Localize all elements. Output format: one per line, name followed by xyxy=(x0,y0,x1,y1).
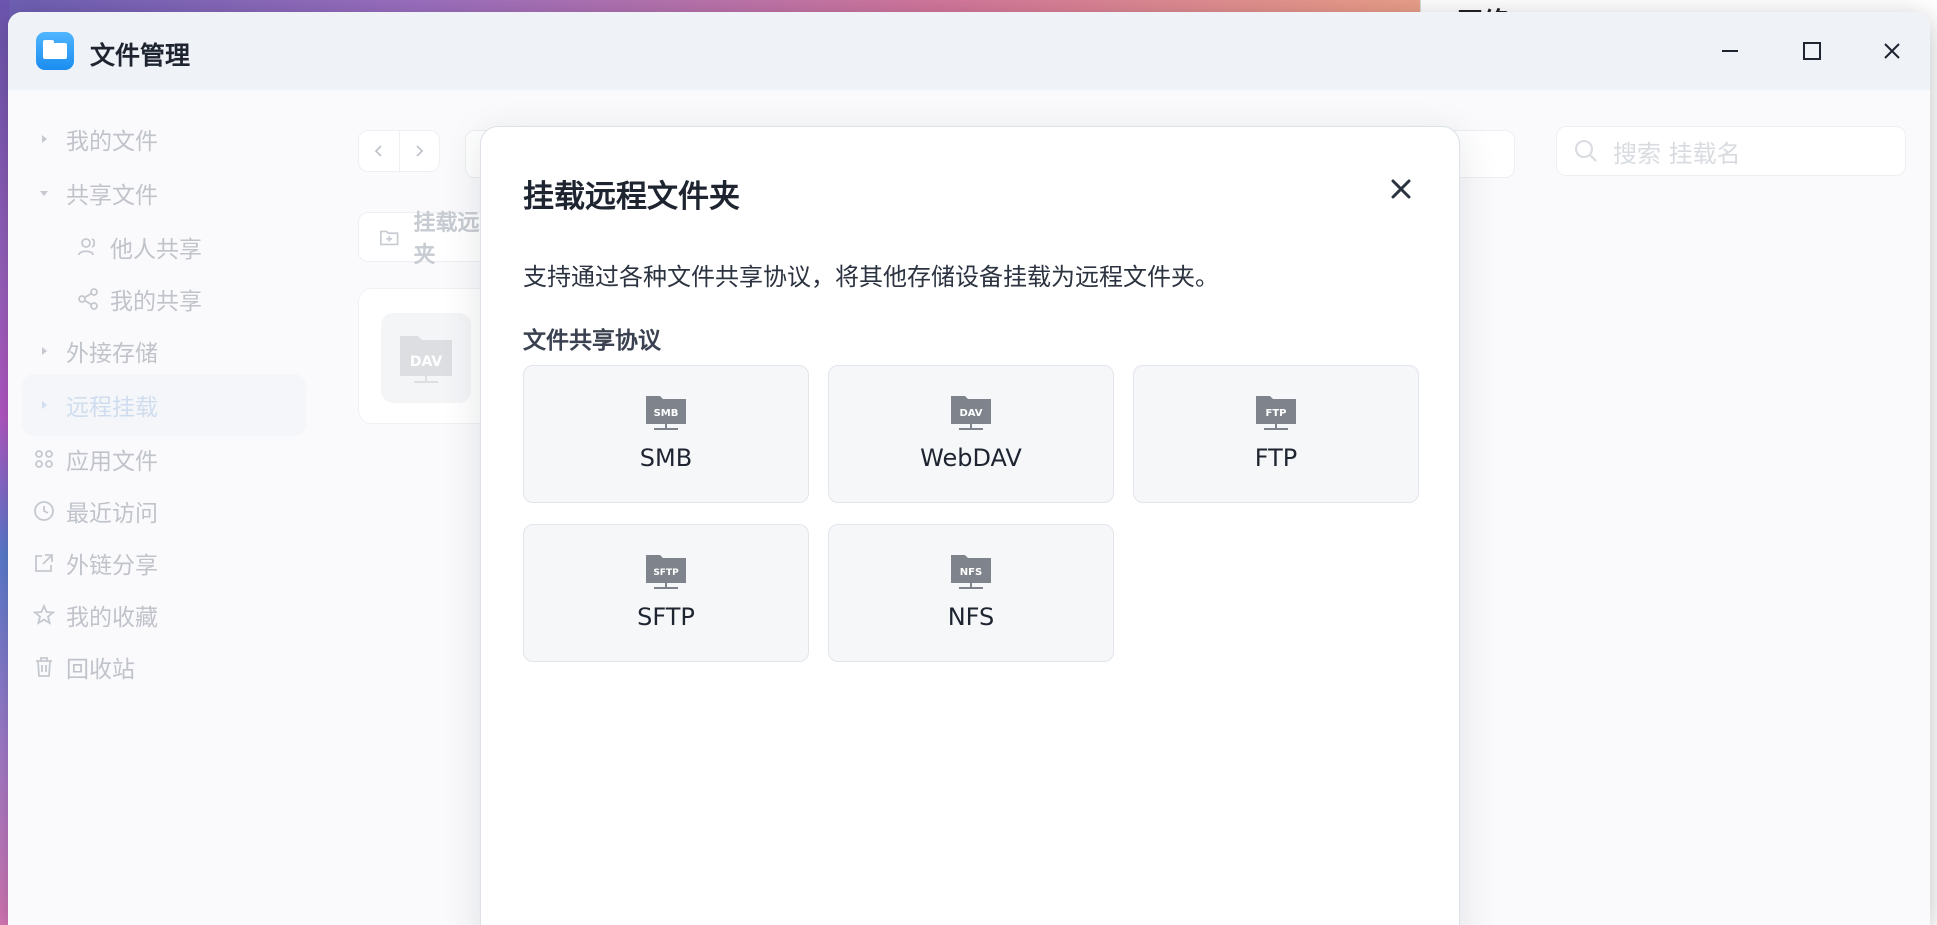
protocol-label: WebDAV xyxy=(920,444,1022,472)
ftp-folder-icon: FTP xyxy=(1256,396,1296,430)
nfs-folder-icon: NFS xyxy=(951,555,991,589)
protocol-sftp-button[interactable]: SFTP SFTP xyxy=(523,524,809,662)
minimize-button[interactable] xyxy=(1708,34,1752,68)
dialog-close-button[interactable] xyxy=(1381,169,1421,209)
dialog-description: 支持通过各种文件共享协议，将其他存储设备挂载为远程文件夹。 xyxy=(523,263,1219,291)
dialog-title: 挂载远程文件夹 xyxy=(523,179,740,215)
protocol-label: FTP xyxy=(1254,444,1298,472)
protocol-nfs-button[interactable]: NFS NFS xyxy=(828,524,1114,662)
protocol-ftp-button[interactable]: FTP FTP xyxy=(1133,365,1419,503)
close-icon xyxy=(1884,43,1900,59)
webdav-folder-icon: DAV xyxy=(951,396,991,430)
protocol-label: SFTP xyxy=(637,603,695,631)
svg-text:DAV: DAV xyxy=(959,408,982,419)
protocol-section-title: 文件共享协议 xyxy=(523,328,661,354)
window-close-button[interactable] xyxy=(1870,34,1914,68)
protocol-webdav-button[interactable]: DAV WebDAV xyxy=(828,365,1114,503)
protocol-label: NFS xyxy=(947,603,995,631)
title-bar: 文件管理 xyxy=(8,12,1930,90)
folder-icon xyxy=(36,32,74,70)
protocol-label: SMB xyxy=(639,444,693,472)
svg-text:NFS: NFS xyxy=(960,567,982,578)
minimize-icon xyxy=(1722,50,1738,52)
mount-remote-folder-dialog: 挂载远程文件夹 支持通过各种文件共享协议，将其他存储设备挂载为远程文件夹。 文件… xyxy=(480,126,1460,925)
svg-text:SFTP: SFTP xyxy=(653,568,679,578)
maximize-icon xyxy=(1803,42,1821,60)
app-title: 文件管理 xyxy=(90,41,191,70)
smb-folder-icon: SMB xyxy=(646,396,686,430)
maximize-button[interactable] xyxy=(1790,34,1834,68)
protocol-smb-button[interactable]: SMB SMB xyxy=(523,365,809,503)
svg-text:SMB: SMB xyxy=(654,408,679,419)
svg-text:FTP: FTP xyxy=(1266,408,1287,419)
close-icon xyxy=(1391,179,1411,199)
sftp-folder-icon: SFTP xyxy=(646,555,686,589)
